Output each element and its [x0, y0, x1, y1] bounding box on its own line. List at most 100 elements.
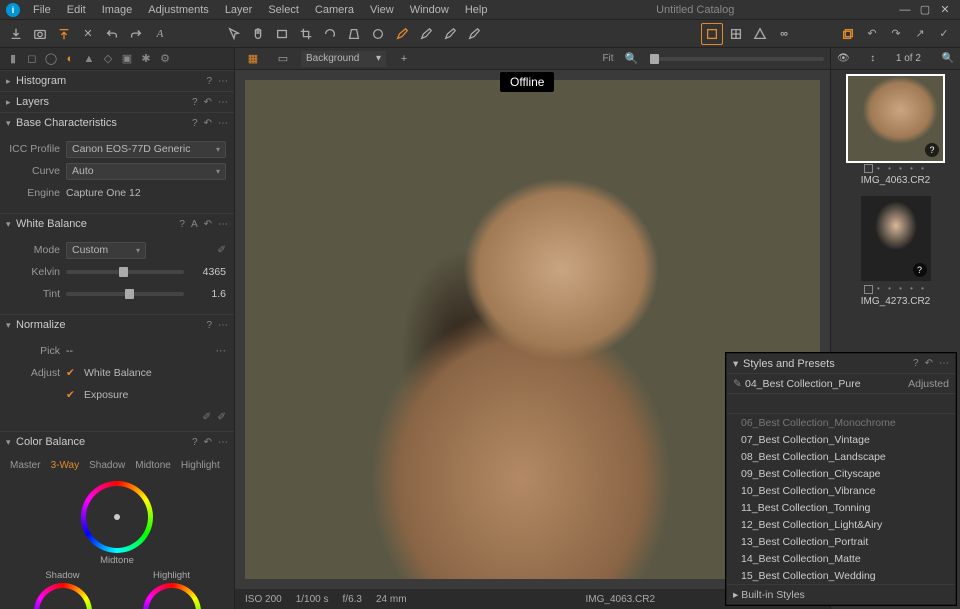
info-icon[interactable]: ? [925, 143, 939, 157]
brush-icon[interactable] [391, 23, 413, 45]
import-icon[interactable] [5, 23, 27, 45]
style-item[interactable]: 14_Best Collection_Matte [727, 550, 955, 567]
grid-icon[interactable] [725, 23, 747, 45]
grid-view-icon[interactable]: ▦ [242, 48, 264, 70]
cb-tab-shadow[interactable]: Shadow [89, 460, 125, 471]
tab-details-icon[interactable]: ◇ [99, 50, 117, 68]
overlay-icon[interactable] [701, 23, 723, 45]
export-icon[interactable] [53, 23, 75, 45]
reset-icon[interactable]: ↶ [204, 219, 212, 230]
kelvin-value[interactable]: 4365 [190, 266, 226, 278]
icc-select[interactable]: Canon EOS-77D Generic▾ [66, 141, 226, 158]
pointer-icon[interactable] [223, 23, 245, 45]
reset-icon[interactable]: ↶ [204, 118, 212, 129]
maximize-button[interactable]: ▢ [916, 3, 934, 16]
menu-file[interactable]: File [26, 2, 58, 18]
tab-lens-icon[interactable]: ◯ [42, 50, 60, 68]
spot-icon[interactable] [367, 23, 389, 45]
check-icon[interactable]: ✔ [66, 367, 78, 379]
check-icon[interactable]: ✔ [66, 389, 78, 401]
zoom-icon[interactable]: 🔍 [621, 48, 643, 70]
radial-icon[interactable] [463, 23, 485, 45]
search-icon[interactable]: 🔍 [942, 53, 954, 64]
tint-slider[interactable] [66, 292, 184, 296]
crop-icon[interactable] [295, 23, 317, 45]
thumbnail[interactable]: ? • • • • • IMG_4063.CR2 [837, 76, 954, 186]
kelvin-slider[interactable] [66, 270, 184, 274]
picker-icon[interactable]: ✐ [217, 244, 226, 256]
rotate-icon[interactable] [319, 23, 341, 45]
single-view-icon[interactable]: ▭ [272, 48, 294, 70]
menu-icon[interactable]: ⋯ [218, 97, 228, 108]
menu-icon[interactable]: ⋯ [218, 219, 228, 230]
erase-icon[interactable] [415, 23, 437, 45]
rotate-left-icon[interactable]: ↶ [861, 23, 883, 45]
histogram-header[interactable]: ▸ Histogram ?⋯ [0, 71, 234, 91]
tab-color-icon[interactable]: ◐ [61, 50, 79, 68]
menu-help[interactable]: Help [458, 2, 495, 18]
menu-layer[interactable]: Layer [218, 2, 260, 18]
menu-icon[interactable]: ⋯ [218, 76, 228, 87]
color-balance-header[interactable]: ▾ Color Balance ?↶⋯ [0, 432, 234, 452]
reset-icon[interactable]: ↶ [204, 437, 212, 448]
reject-icon[interactable]: ✕ [77, 23, 99, 45]
style-item[interactable]: 13_Best Collection_Portrait [727, 533, 955, 550]
thumbnail[interactable]: ? • • • • • IMG_4273.CR2 [837, 196, 954, 306]
eye-icon[interactable]: 👁 [837, 53, 850, 64]
help-icon[interactable]: ? [206, 320, 212, 331]
style-item[interactable]: 11_Best Collection_Tonning [727, 499, 955, 516]
styles-header[interactable]: ▾ Styles and Presets ?↶⋯ [727, 354, 955, 374]
tab-output-icon[interactable]: ⚙ [156, 50, 174, 68]
pick-menu-icon[interactable]: ⋯ [216, 345, 227, 357]
style-item[interactable]: 07_Best Collection_Vintage [727, 431, 955, 448]
help-icon[interactable]: ? [192, 97, 198, 108]
normalize-header[interactable]: ▾ Normalize ?⋯ [0, 315, 234, 335]
cb-tab-3way[interactable]: 3-Way [51, 460, 80, 471]
style-item[interactable]: 09_Best Collection_Cityscape [727, 465, 955, 482]
reset-icon[interactable]: ↶ [925, 358, 933, 369]
menu-image[interactable]: Image [95, 2, 140, 18]
close-button[interactable]: ✕ [936, 3, 954, 16]
shadow-wheel[interactable] [34, 583, 92, 609]
menu-icon[interactable]: ⋯ [218, 437, 228, 448]
info-icon[interactable]: ? [913, 263, 927, 277]
copy-adjustments-icon[interactable] [837, 23, 859, 45]
hand-icon[interactable] [247, 23, 269, 45]
menu-camera[interactable]: Camera [308, 2, 361, 18]
styles-list[interactable]: 06_Best Collection_Monochrome 07_Best Co… [727, 414, 955, 584]
minimize-button[interactable]: — [896, 4, 914, 16]
check-icon[interactable]: ✓ [933, 23, 955, 45]
cb-tab-master[interactable]: Master [10, 460, 41, 471]
menu-icon[interactable]: ⋯ [218, 320, 228, 331]
keystone-icon[interactable] [343, 23, 365, 45]
rotate-right-icon[interactable]: ↷ [885, 23, 907, 45]
help-icon[interactable]: ? [913, 358, 919, 369]
zoom-slider[interactable] [650, 57, 824, 61]
help-icon[interactable]: ? [179, 219, 185, 230]
help-icon[interactable]: ? [192, 118, 198, 129]
menu-adjustments[interactable]: Adjustments [141, 2, 216, 18]
highlight-wheel[interactable] [143, 583, 201, 609]
background-select[interactable]: Background▾ [301, 51, 386, 67]
help-icon[interactable]: ? [206, 76, 212, 87]
menu-view[interactable]: View [363, 2, 401, 18]
base-char-header[interactable]: ▾ Base Characteristics ?↶⋯ [0, 113, 234, 133]
eyedropper-icon[interactable]: ✐ [202, 411, 211, 423]
tab-capture-icon[interactable]: ◻ [23, 50, 41, 68]
tab-exposure-icon[interactable]: ▲ [80, 50, 98, 68]
sort-icon[interactable]: ↕ [870, 53, 875, 64]
help-icon[interactable]: ? [192, 437, 198, 448]
redo-icon[interactable] [125, 23, 147, 45]
adjust-wb-check[interactable]: White Balance [84, 367, 152, 379]
curve-select[interactable]: Auto▾ [66, 163, 226, 180]
style-item[interactable]: 08_Best Collection_Landscape [727, 448, 955, 465]
tab-local-icon[interactable]: ▣ [118, 50, 136, 68]
menu-window[interactable]: Window [403, 2, 456, 18]
gradient-icon[interactable] [439, 23, 461, 45]
active-style-row[interactable]: ✎ 04_Best Collection_Pure Adjusted [727, 374, 955, 394]
tint-value[interactable]: 1.6 [190, 288, 226, 300]
warning-icon[interactable] [749, 23, 771, 45]
wb-header[interactable]: ▾ White Balance ?A↶⋯ [0, 214, 234, 234]
cb-tab-midtone[interactable]: Midtone [135, 460, 171, 471]
add-icon[interactable]: + [393, 48, 415, 70]
